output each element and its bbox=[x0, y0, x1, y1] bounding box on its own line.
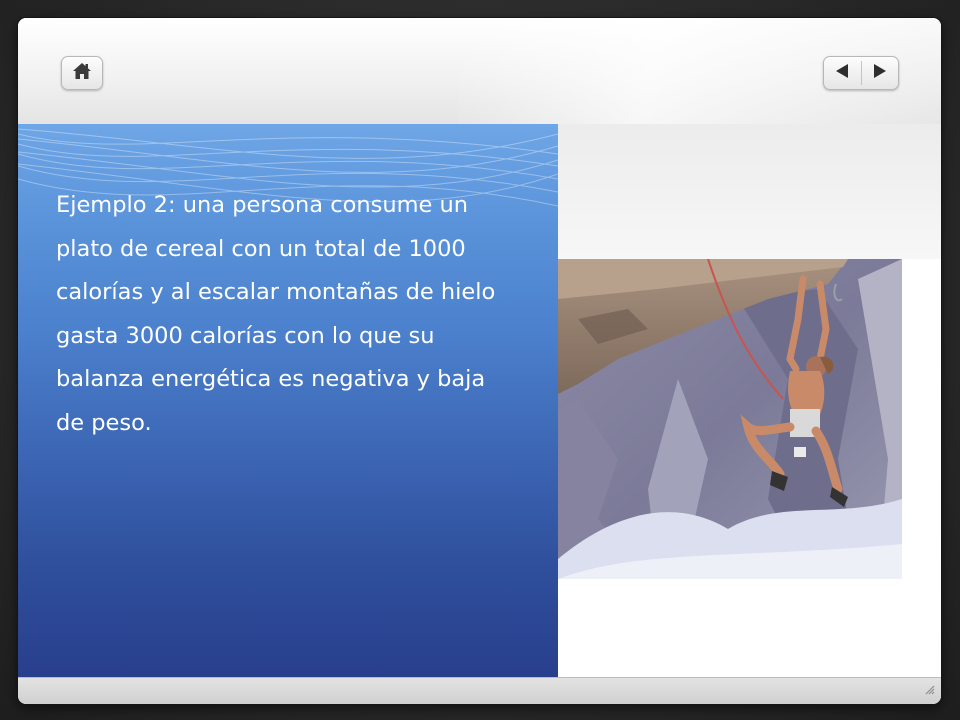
slide-nav-group bbox=[823, 56, 899, 90]
resize-grip-icon[interactable] bbox=[923, 682, 935, 700]
home-button[interactable] bbox=[61, 56, 103, 90]
rock-climber-photo bbox=[558, 259, 902, 579]
slide-body-text: Ejemplo 2: una persona consume un plato … bbox=[56, 192, 496, 436]
presentation-window: Ejemplo 2: una persona consume un plato … bbox=[18, 18, 941, 704]
triangle-left-icon bbox=[835, 63, 849, 84]
triangle-right-icon bbox=[873, 63, 887, 84]
home-icon bbox=[72, 62, 92, 85]
image-panel bbox=[558, 124, 941, 677]
window-footer bbox=[18, 677, 941, 704]
window-header bbox=[18, 18, 941, 125]
slide-content: Ejemplo 2: una persona consume un plato … bbox=[18, 124, 941, 677]
text-panel: Ejemplo 2: una persona consume un plato … bbox=[18, 124, 558, 677]
next-slide-button[interactable] bbox=[862, 57, 899, 89]
previous-slide-button[interactable] bbox=[824, 57, 861, 89]
